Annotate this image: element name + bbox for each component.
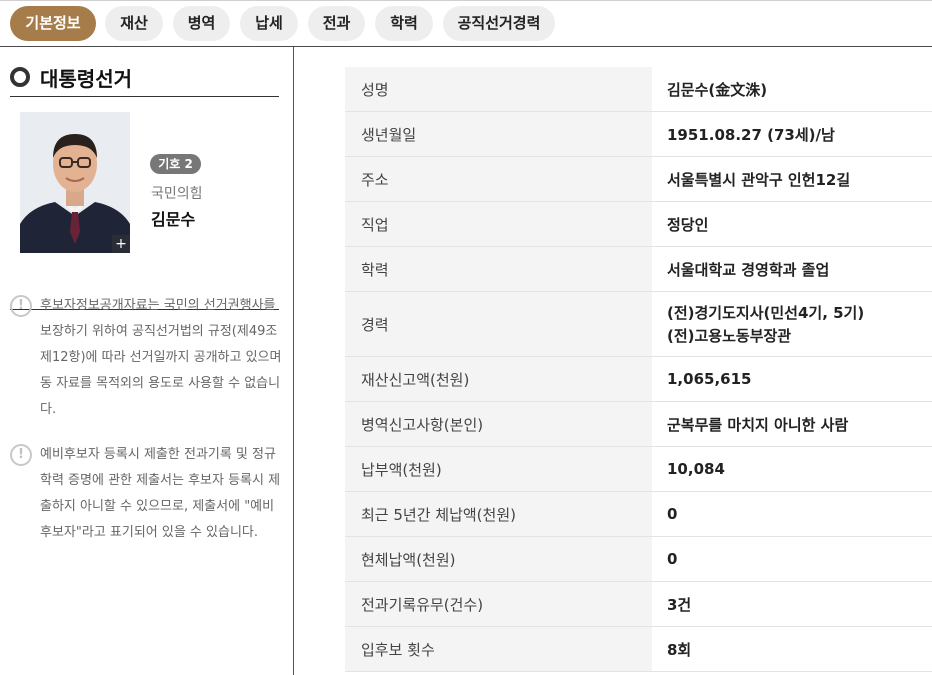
portrait-image <box>20 112 130 253</box>
row-value: 3건 <box>667 595 692 614</box>
election-title: 대통령선거 <box>40 67 132 91</box>
candidate-name: 김문수 <box>151 210 196 229</box>
row-label: 전과기록유무(건수) <box>345 582 652 626</box>
row-value: 0 <box>667 505 678 523</box>
candidate-info-table: 성명 김문수(金文洙) 생년월일 1951.08.27 (73세)/남 주소 서… <box>345 67 932 672</box>
row-value: 10,084 <box>667 460 725 478</box>
row-label: 주소 <box>345 157 652 201</box>
ballot-number-badge: 기호 2 <box>150 154 201 174</box>
table-row: 재산신고액(천원) 1,065,615 <box>345 357 932 402</box>
row-value: 1,065,615 <box>667 370 752 388</box>
row-value: 서울특별시 관악구 인헌12길 <box>667 170 851 189</box>
notice-preliminary: ! 예비후보자 등록시 제출한 전과기록 및 정규학력 증명에 관한 제출서는 … <box>10 444 285 569</box>
tab-bar: 기본정보 재산 병역 납세 전과 학력 공직선거경력 <box>0 0 932 47</box>
row-label: 입후보 횟수 <box>345 627 652 671</box>
candidate-photo[interactable]: + <box>20 112 130 253</box>
table-row: 전과기록유무(건수) 3건 <box>345 582 932 627</box>
table-row: 현체납액(천원) 0 <box>345 537 932 582</box>
table-row: 학력 서울대학교 경영학과 졸업 <box>345 247 932 292</box>
section-title: 대통령선거 <box>10 65 279 97</box>
career-item: (전)경기도지사(민선4기, 5기) <box>667 304 865 322</box>
tab-basic-info[interactable]: 기본정보 <box>10 6 96 41</box>
circle-bullet-icon <box>10 67 30 87</box>
row-value: 서울대학교 경영학과 졸업 <box>667 260 830 279</box>
exclamation-icon: ! <box>10 444 32 466</box>
candidate-sidebar: 대통령선거 + 기호 2 국민의힘 김문수 ! 후보자정보공개자료는 국민의 선… <box>0 47 294 675</box>
tab-tax[interactable]: 납세 <box>240 6 298 41</box>
row-label: 학력 <box>345 247 652 291</box>
party-name: 국민의힘 <box>151 186 203 202</box>
notice-text: 후보자정보공개자료는 국민의 선거권행사를 보장하기 위하여 공직선거법의 규정… <box>40 298 282 417</box>
row-value: 정당인 <box>667 215 709 234</box>
notice-text: 예비후보자 등록시 제출한 전과기록 및 정규학력 증명에 관한 제출서는 후보… <box>40 447 281 540</box>
table-row: 납부액(천원) 10,084 <box>345 447 932 492</box>
row-label: 경력 <box>345 292 652 356</box>
row-value: 8회 <box>667 640 692 659</box>
row-value: 김문수(金文洙) <box>667 80 768 99</box>
table-row: 성명 김문수(金文洙) <box>345 67 932 112</box>
row-label: 직업 <box>345 202 652 246</box>
table-row: 직업 정당인 <box>345 202 932 247</box>
row-value: 0 <box>667 550 678 568</box>
row-label: 성명 <box>345 67 652 111</box>
row-label: 현체납액(천원) <box>345 537 652 581</box>
table-row: 입후보 횟수 8회 <box>345 627 932 672</box>
table-row: 병역신고사항(본인) 군복무를 마치지 아니한 사람 <box>345 402 932 447</box>
row-label: 병역신고사항(본인) <box>345 402 652 446</box>
tab-property[interactable]: 재산 <box>105 6 163 41</box>
row-label: 생년월일 <box>345 112 652 156</box>
career-item: (전)고용노동부장관 <box>667 327 792 345</box>
tab-education[interactable]: 학력 <box>375 6 433 41</box>
table-row: 생년월일 1951.08.27 (73세)/남 <box>345 112 932 157</box>
table-row: 경력 (전)경기도지사(민선4기, 5기) (전)고용노동부장관 <box>345 292 932 357</box>
plus-icon[interactable]: + <box>112 235 130 253</box>
tab-election-career[interactable]: 공직선거경력 <box>443 6 555 41</box>
row-value: (전)경기도지사(민선4기, 5기) (전)고용노동부장관 <box>652 302 932 346</box>
notice-disclosure: ! 후보자정보공개자료는 국민의 선거권행사를 보장하기 위하여 공직선거법의 … <box>10 295 285 420</box>
row-value: 군복무를 마치지 아니한 사람 <box>667 415 849 434</box>
table-row: 최근 5년간 체납액(천원) 0 <box>345 492 932 537</box>
exclamation-icon: ! <box>10 295 32 317</box>
top-border <box>0 0 932 1</box>
row-label: 납부액(천원) <box>345 447 652 491</box>
row-label: 재산신고액(천원) <box>345 357 652 401</box>
tab-criminal-record[interactable]: 전과 <box>308 6 365 41</box>
tab-military[interactable]: 병역 <box>173 6 230 41</box>
row-value: 1951.08.27 (73세)/남 <box>667 125 835 144</box>
row-label: 최근 5년간 체납액(천원) <box>345 492 652 536</box>
table-row: 주소 서울특별시 관악구 인헌12길 <box>345 157 932 202</box>
